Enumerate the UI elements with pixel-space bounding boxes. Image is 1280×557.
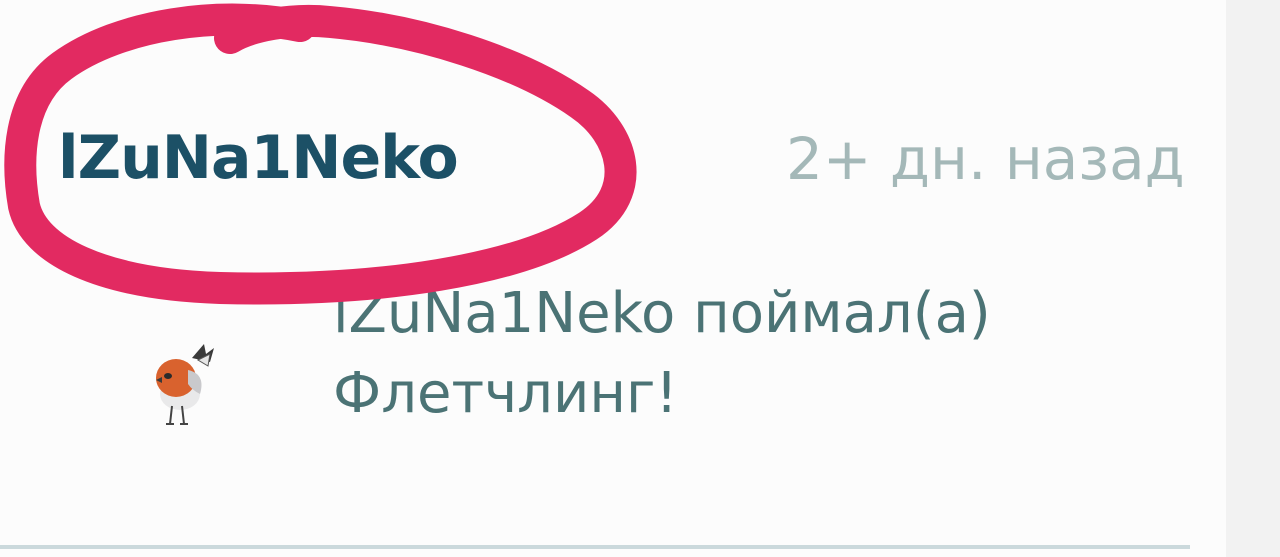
activity-username[interactable]: lZuNa1Neko [58,122,459,194]
screen: lZuNa1Neko 2+ дн. назад lZuNa1Neko пойма… [0,0,1280,557]
activity-message-line2: Флетчлинг! [333,361,678,426]
activity-message: lZuNa1Neko поймал(а) Флетчлинг! [333,274,1133,434]
divider [0,545,1190,549]
activity-time: 2+ дн. назад [786,125,1185,193]
activity-message-line1: lZuNa1Neko поймал(а) [333,281,991,346]
activity-card[interactable]: lZuNa1Neko 2+ дн. назад lZuNa1Neko пойма… [0,0,1226,557]
fletchling-icon [156,344,214,425]
screen-edge [1226,0,1280,557]
